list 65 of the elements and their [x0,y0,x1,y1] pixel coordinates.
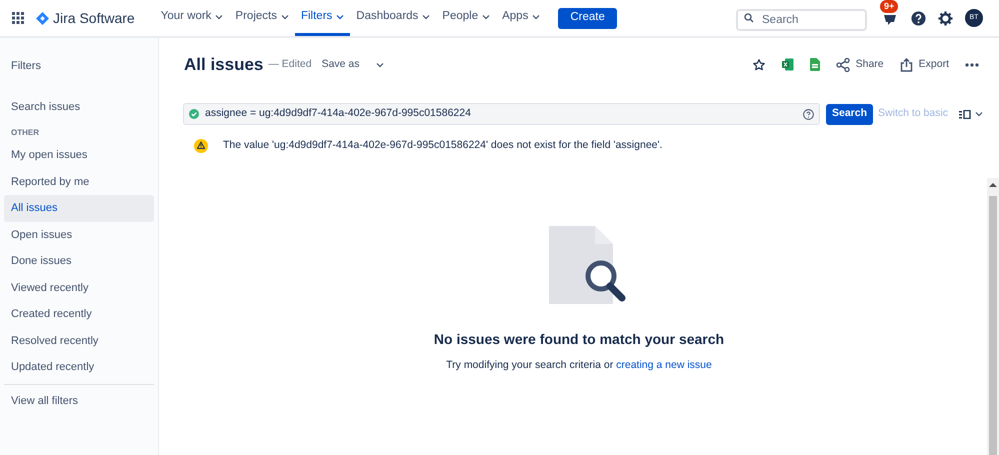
chevron-down-icon [482,12,490,20]
sidebar-link[interactable]: Search issues [4,94,154,120]
sidebar-item[interactable]: Open issues [4,222,154,248]
excel-button[interactable] [782,58,794,71]
chevron-down-icon [215,12,224,20]
nav-menu[interactable]: Dashboards [350,0,436,36]
sidebar-title: Filters [10,59,42,74]
sidebar-item[interactable]: Updated recently [4,354,154,380]
sidebar-item[interactable]: My open issues [4,142,154,168]
search-icon [744,13,754,23]
sidebar-link[interactable]: View all filters [4,388,154,414]
empty-state-title: No issues were found to match your search [434,330,724,349]
edited-label: — Edited [268,56,312,72]
notification-icon[interactable] [883,13,897,27]
scroll-up-icon [989,182,997,188]
more-icon [965,62,979,66]
share-button[interactable]: Share [836,56,884,72]
warning-icon [194,138,208,153]
search-field[interactable]: Search [736,9,867,31]
sidebar-item[interactable]: Created recently [4,301,154,328]
star-button[interactable] [752,58,766,72]
save-as-button[interactable]: Save as [322,56,384,72]
export-button[interactable]: Export [900,56,949,72]
spreadsheet-icon [782,58,794,71]
chevron-down-icon [336,12,344,20]
chevron-down-icon [422,12,430,20]
chevron-down-icon [376,60,384,68]
document-icon [810,58,820,71]
sidebar-item[interactable]: All issues [4,195,154,222]
create-issue-link[interactable]: creating a new issue [616,358,712,371]
chevron-down-icon [975,110,983,118]
sidebar-item[interactable]: Done issues [4,248,154,274]
help-icon[interactable] [911,10,926,26]
chevron-down-icon [280,12,289,20]
nav-menu[interactable]: People [436,0,496,36]
sidebar-item[interactable]: Resolved recently [4,328,154,354]
create-button[interactable]: Create [558,8,617,28]
view-menu-button[interactable] [959,110,983,118]
sidebar-item[interactable]: Reported by me [4,168,154,195]
page-title: All issues [184,54,264,76]
help-icon[interactable] [803,108,814,120]
star-icon [752,58,766,72]
sidebar-item[interactable]: Viewed recently [4,274,154,301]
upload-icon [900,58,913,72]
list-view-icon [959,110,971,118]
logo-icon [36,12,49,24]
warning-message: The value 'ug:4d9d9df7-414a-402e-967d-995c01586224' does not exist for the field 'assignee'. [223,138,662,153]
more-button[interactable] [965,62,979,66]
settings-icon[interactable] [938,10,953,26]
empty-state-text: Try modifying your search criteria or creating a new issue [446,358,712,373]
nav-menu[interactable]: Projects [229,0,295,36]
notification-badge: 9+ [880,0,898,13]
nav-menu[interactable]: Apps [496,0,546,36]
section-heading: OTHER [10,127,40,139]
share-icon [836,58,850,72]
app-grid-icon[interactable] [12,12,24,24]
chevron-down-icon [532,12,540,20]
query-text: assignee = ug:4d9d9df7-414a-402e-967d-995c01586224 [205,106,472,122]
app-name[interactable]: Jira Software [53,8,135,28]
sheets-button[interactable] [810,58,820,71]
query-field[interactable]: assignee = ug:4d9d9df7-414a-402e-967d-995c01586224 [183,103,820,125]
nav-menu[interactable]: Filters [294,0,350,36]
search-button[interactable]: Search [826,104,874,124]
scrollbar[interactable] [987,178,999,455]
nav-menu[interactable]: Your work [154,0,230,36]
